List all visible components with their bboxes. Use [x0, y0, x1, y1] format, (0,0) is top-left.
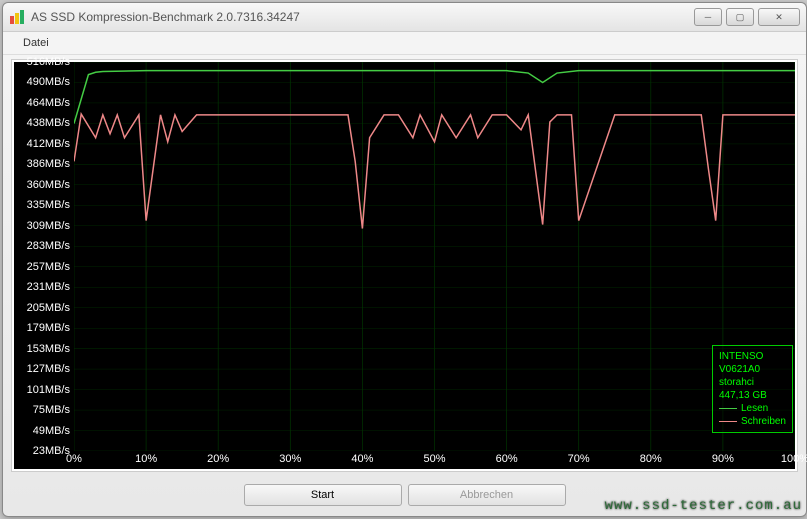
x-tick-label: 90%: [712, 453, 734, 465]
x-tick-label: 0%: [66, 453, 82, 465]
y-tick-label: 75MB/s: [33, 404, 70, 416]
chart-area: 23MB/s 49MB/s 75MB/s 101MB/s 127MB/s 153MB/s 1…: [14, 62, 795, 469]
app-window: AS SSD Kompression-Benchmark 2.0.7316.34…: [2, 2, 807, 517]
y-tick-label: 205MB/s: [27, 302, 70, 314]
maximize-button[interactable]: ▢: [726, 8, 754, 26]
y-tick-label: 231MB/s: [27, 281, 70, 293]
y-tick-label: 360MB/s: [27, 179, 70, 191]
legend-read-label: Lesen: [741, 402, 768, 415]
y-tick-label: 23MB/s: [33, 445, 70, 457]
legend-box: INTENSO V0621A0 storahci 447,13 GB Lesen…: [712, 345, 793, 433]
menubar: Datei: [3, 32, 806, 55]
window-controls: ─ ▢ ✕: [694, 8, 800, 26]
legend-drive-name: INTENSO: [719, 350, 786, 363]
x-tick-label: 50%: [423, 453, 445, 465]
close-button[interactable]: ✕: [758, 8, 800, 26]
y-tick-label: 127MB/s: [27, 363, 70, 375]
plot-svg: [74, 62, 795, 451]
watermark: www.ssd-tester.com.au: [605, 498, 802, 514]
legend-write-row: Schreiben: [719, 415, 786, 428]
x-tick-label: 40%: [351, 453, 373, 465]
legend-capacity: 447,13 GB: [719, 389, 786, 402]
y-tick-label: 179MB/s: [27, 322, 70, 334]
x-tick-label: 30%: [279, 453, 301, 465]
app-icon: [9, 9, 25, 25]
titlebar: AS SSD Kompression-Benchmark 2.0.7316.34…: [3, 3, 806, 32]
x-tick-label: 100%: [781, 453, 807, 465]
x-axis: 0%10%20%30%40%50%60%70%80%90%100%: [74, 451, 795, 469]
minimize-button[interactable]: ─: [694, 8, 722, 26]
x-tick-label: 60%: [496, 453, 518, 465]
y-tick-label: 386MB/s: [27, 158, 70, 170]
menu-datei[interactable]: Datei: [15, 35, 57, 51]
y-tick-label: 516MB/s: [27, 56, 70, 68]
y-tick-label: 309MB/s: [27, 220, 70, 232]
y-tick-label: 283MB/s: [27, 240, 70, 252]
y-tick-label: 101MB/s: [27, 384, 70, 396]
x-tick-label: 80%: [640, 453, 662, 465]
x-tick-label: 10%: [135, 453, 157, 465]
y-tick-label: 412MB/s: [27, 138, 70, 150]
legend-write-swatch: [719, 421, 737, 422]
y-tick-label: 153MB/s: [27, 343, 70, 355]
chart-panel: 23MB/s 49MB/s 75MB/s 101MB/s 127MB/s 153MB/s 1…: [11, 59, 798, 472]
x-tick-label: 20%: [207, 453, 229, 465]
y-tick-label: 438MB/s: [27, 117, 70, 129]
y-tick-label: 464MB/s: [27, 97, 70, 109]
x-tick-label: 70%: [568, 453, 590, 465]
y-tick-label: 335MB/s: [27, 199, 70, 211]
y-tick-label: 257MB/s: [27, 261, 70, 273]
legend-read-row: Lesen: [719, 402, 786, 415]
window-title: AS SSD Kompression-Benchmark 2.0.7316.34…: [31, 10, 694, 24]
legend-read-swatch: [719, 408, 737, 409]
legend-write-label: Schreiben: [741, 415, 786, 428]
plot-area: INTENSO V0621A0 storahci 447,13 GB Lesen…: [74, 62, 795, 451]
legend-driver: storahci: [719, 376, 786, 389]
y-tick-label: 490MB/s: [27, 76, 70, 88]
y-tick-label: 49MB/s: [33, 425, 70, 437]
abbrechen-button[interactable]: Abbrechen: [408, 484, 566, 506]
start-button[interactable]: Start: [244, 484, 402, 506]
y-axis: 23MB/s49MB/s75MB/s101MB/s127MB/s153MB/s1…: [14, 62, 74, 451]
legend-firmware: V0621A0: [719, 363, 786, 376]
